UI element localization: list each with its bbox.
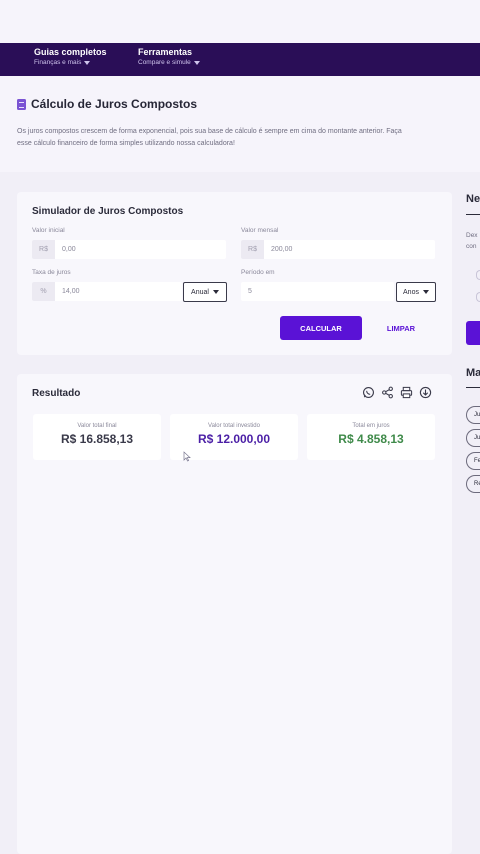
top-blank-area bbox=[0, 0, 480, 43]
periodo-unit-select[interactable]: Anos bbox=[396, 282, 436, 302]
nav-item-title: Guias completos bbox=[34, 47, 107, 57]
sidebar-option[interactable] bbox=[476, 270, 480, 280]
nav-item-title: Ferramentas bbox=[138, 47, 193, 57]
sidebar-link-pill[interactable]: Ju bbox=[466, 406, 480, 424]
valor-mensal-value: 200,00 bbox=[271, 246, 293, 253]
whatsapp-icon[interactable] bbox=[362, 386, 375, 399]
periodo-value: 5 bbox=[248, 288, 252, 295]
valor-inicial-value: 0,00 bbox=[62, 246, 76, 253]
taxa-input[interactable]: % 14,00 bbox=[32, 282, 182, 301]
taxa-value: 14,00 bbox=[62, 288, 80, 295]
sidebar-link-pill[interactable]: Re bbox=[466, 475, 480, 493]
calculator-icon bbox=[17, 98, 26, 110]
taxa-label: Taxa de juros bbox=[32, 269, 71, 276]
share-icon[interactable] bbox=[381, 386, 394, 399]
result-box-total-final: Valor total final R$ 16.858,13 bbox=[33, 414, 161, 460]
print-icon[interactable] bbox=[400, 386, 413, 399]
sidebar-submit-button[interactable] bbox=[466, 321, 480, 345]
sidebar-divider bbox=[466, 387, 480, 388]
share-actions bbox=[362, 386, 432, 399]
result-box-value: R$ 4.858,13 bbox=[338, 432, 404, 446]
result-box-label: Valor total final bbox=[77, 423, 117, 429]
taxa-period-select[interactable]: Anual bbox=[183, 282, 227, 302]
top-navbar: Guias completos Finanças e mais Ferramen… bbox=[0, 43, 480, 76]
currency-prefix: R$ bbox=[32, 240, 55, 259]
sidebar-text: con bbox=[466, 243, 477, 250]
chevron-down-icon bbox=[84, 61, 91, 65]
periodo-label: Período em bbox=[241, 269, 275, 276]
intro-text: Os juros compostos crescem de forma expo… bbox=[17, 128, 402, 147]
result-box-value: R$ 16.858,13 bbox=[60, 432, 134, 446]
valor-mensal-input[interactable]: R$ 200,00 bbox=[241, 240, 435, 259]
currency-prefix: R$ bbox=[241, 240, 264, 259]
mouse-cursor-icon bbox=[183, 451, 191, 462]
sidebar-link-pill[interactable]: Fe bbox=[466, 452, 480, 470]
sidebar-divider bbox=[466, 214, 480, 215]
nav-item-subtitle: Compare e simule bbox=[138, 59, 191, 66]
chevron-down-icon bbox=[193, 61, 200, 65]
result-title: Resultado bbox=[32, 388, 81, 399]
intro-section bbox=[0, 76, 480, 172]
clear-button[interactable]: LIMPAR bbox=[377, 316, 425, 340]
page-title: Cálculo de Juros Compostos bbox=[17, 97, 197, 111]
chevron-down-icon bbox=[422, 290, 429, 294]
valor-inicial-input[interactable]: R$ 0,00 bbox=[32, 240, 226, 259]
download-icon[interactable] bbox=[419, 386, 432, 399]
sidebar-text: Dex bbox=[466, 232, 478, 239]
sidebar-option[interactable] bbox=[476, 292, 480, 302]
nav-item-guias[interactable]: Guias completos Finanças e mais bbox=[34, 46, 107, 68]
result-box-label: Total em juros bbox=[352, 423, 390, 429]
valor-inicial-label: Valor inicial bbox=[32, 227, 65, 234]
result-box-value: R$ 12.000,00 bbox=[197, 432, 271, 446]
sidebar-heading-more: Ma bbox=[466, 367, 480, 379]
calculate-button[interactable]: CALCULAR bbox=[280, 316, 362, 340]
periodo-input[interactable]: 5 bbox=[241, 282, 394, 301]
result-box-total-juros: Total em juros R$ 4.858,13 bbox=[307, 414, 435, 460]
sidebar-link-pill[interactable]: Ju bbox=[466, 429, 480, 447]
sidebar-heading-newsletter: Ne bbox=[466, 193, 480, 205]
chevron-down-icon bbox=[212, 290, 219, 294]
valor-mensal-label: Valor mensal bbox=[241, 227, 279, 234]
simulator-title: Simulador de Juros Compostos bbox=[32, 206, 184, 217]
percent-prefix: % bbox=[32, 282, 55, 301]
nav-item-subtitle: Finanças e mais bbox=[34, 59, 82, 66]
result-box-label: Valor total investido bbox=[208, 423, 260, 429]
nav-item-ferramentas[interactable]: Ferramentas Compare e simule bbox=[138, 46, 200, 68]
